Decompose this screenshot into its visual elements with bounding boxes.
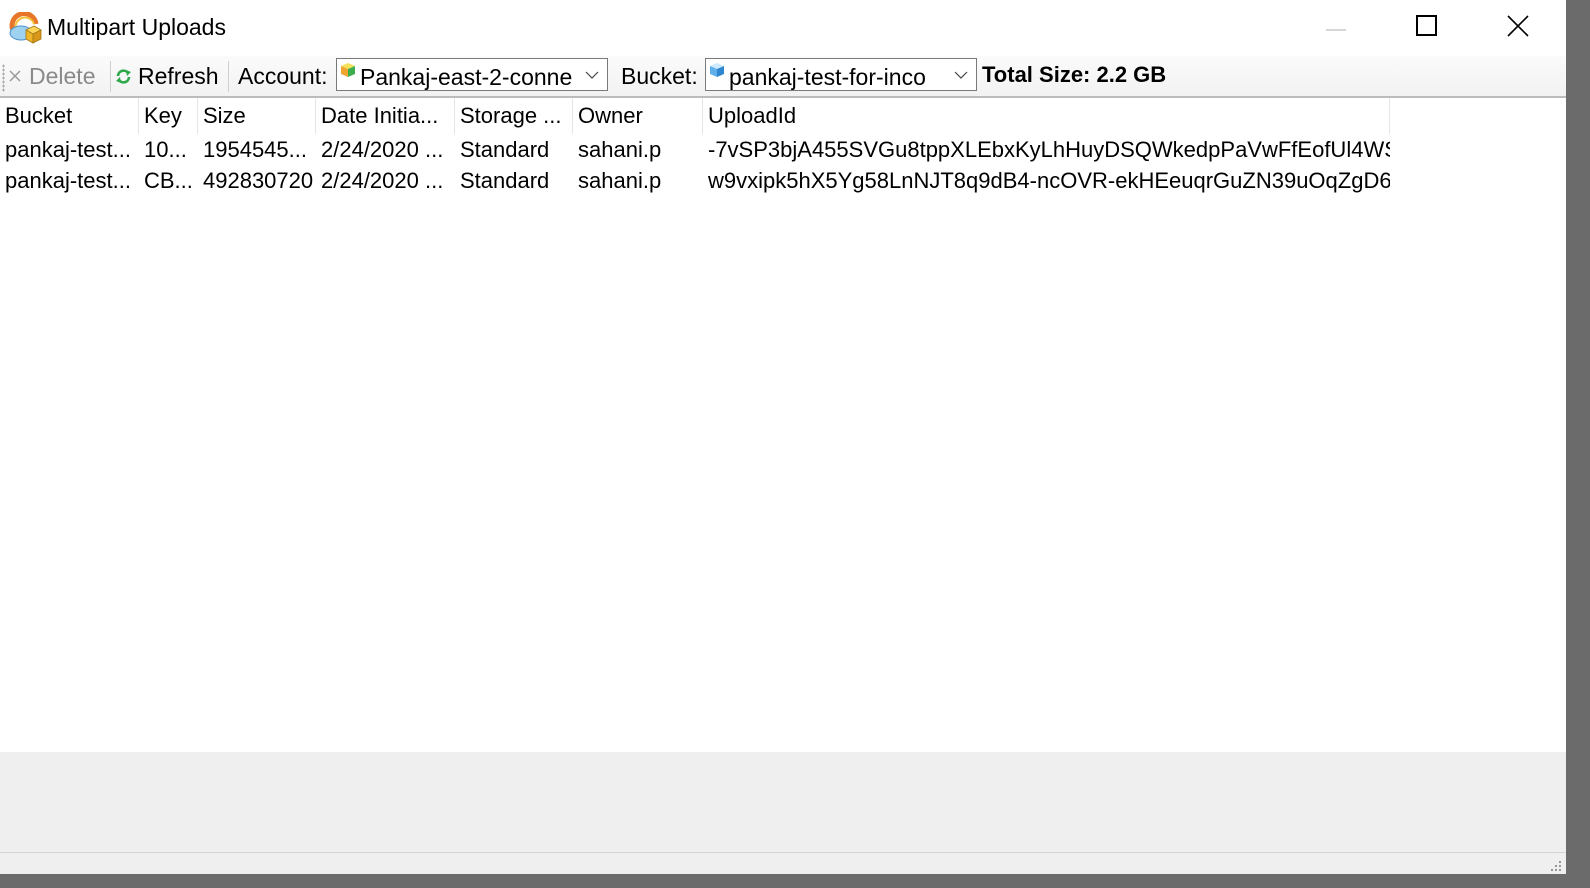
- chevron-down-icon: [947, 59, 975, 90]
- table-row[interactable]: pankaj-test... CB... 492830720 2/24/2020…: [0, 165, 1390, 196]
- x-icon: [8, 69, 22, 83]
- toolbar-separator: [228, 61, 229, 92]
- minimize-button[interactable]: [1292, 0, 1382, 56]
- account-value: Pankaj-east-2-conne: [360, 64, 573, 90]
- cell-key: 10...: [144, 136, 187, 162]
- cell-storage-class: Standard: [460, 167, 550, 193]
- column-header-bucket[interactable]: Bucket: [0, 98, 139, 134]
- column-header-uploadid[interactable]: UploadId: [703, 98, 1390, 134]
- refresh-button[interactable]: Refresh: [115, 56, 219, 96]
- toolbar-grip[interactable]: [2, 64, 5, 92]
- multipart-uploads-window: Multipart Uploads Delete Refresh Account…: [0, 0, 1566, 874]
- close-icon: [1507, 14, 1529, 42]
- bucket-cube-icon: [709, 62, 725, 78]
- account-label: Account:: [238, 62, 328, 89]
- cell-owner: sahani.p: [578, 136, 662, 162]
- status-bar: [0, 852, 1566, 874]
- cell-uploadid: w9vxipk5hX5Yg58LnNJT8q9dB4-ncOVR-ekHEeuq…: [708, 167, 1390, 193]
- cell-key: CB...: [144, 167, 193, 193]
- refresh-icon: [115, 68, 132, 85]
- maximize-button[interactable]: [1382, 0, 1472, 56]
- account-dropdown[interactable]: Pankaj-east-2-conne: [336, 58, 608, 91]
- maximize-icon: [1416, 14, 1438, 42]
- bucket-value: pankaj-test-for-inco: [729, 64, 926, 90]
- close-button[interactable]: [1473, 0, 1563, 56]
- cell-bucket: pankaj-test...: [5, 136, 131, 162]
- column-header-owner[interactable]: Owner: [573, 98, 703, 134]
- bucket-dropdown[interactable]: pankaj-test-for-inco: [705, 58, 977, 91]
- column-header-key[interactable]: Key: [139, 98, 198, 134]
- refresh-label: Refresh: [138, 62, 219, 89]
- details-panel: [0, 752, 1566, 852]
- uploads-table: Bucket Key Size Date Initia... Storage .…: [0, 98, 1566, 752]
- cell-date-initiated: 2/24/2020 ...: [321, 136, 444, 162]
- bucket-label: Bucket:: [621, 62, 698, 89]
- cell-uploadid: -7vSP3bjA455SVGu8tppXLEbxKyLhHuyDSQWkedp…: [708, 136, 1390, 162]
- minimize-icon: [1326, 19, 1348, 37]
- cell-bucket: pankaj-test...: [5, 167, 131, 193]
- delete-label: Delete: [29, 62, 96, 89]
- column-header-storage-class[interactable]: Storage ...: [455, 98, 573, 134]
- window-title: Multipart Uploads: [47, 14, 226, 40]
- delete-button[interactable]: Delete: [8, 56, 95, 96]
- column-header-date-initiated[interactable]: Date Initia...: [316, 98, 455, 134]
- cell-date-initiated: 2/24/2020 ...: [321, 167, 444, 193]
- cell-size: 1954545...: [203, 136, 307, 162]
- cell-size: 492830720: [203, 167, 314, 193]
- column-header-size[interactable]: Size: [198, 98, 316, 134]
- account-cube-icon: [340, 62, 356, 78]
- cell-storage-class: Standard: [460, 136, 550, 162]
- toolbar: Delete Refresh Account: Pankaj-east-2-co…: [0, 56, 1566, 98]
- cell-owner: sahani.p: [578, 167, 662, 193]
- chevron-down-icon: [578, 59, 606, 90]
- total-size: Total Size: 2.2 GB: [982, 62, 1167, 87]
- title-bar: Multipart Uploads: [0, 0, 1566, 56]
- table-row[interactable]: pankaj-test... 10... 1954545... 2/24/202…: [0, 134, 1390, 165]
- cloudberry-explorer-icon: [8, 11, 42, 44]
- resize-grip-icon[interactable]: [1550, 859, 1562, 871]
- toolbar-separator: [110, 61, 111, 92]
